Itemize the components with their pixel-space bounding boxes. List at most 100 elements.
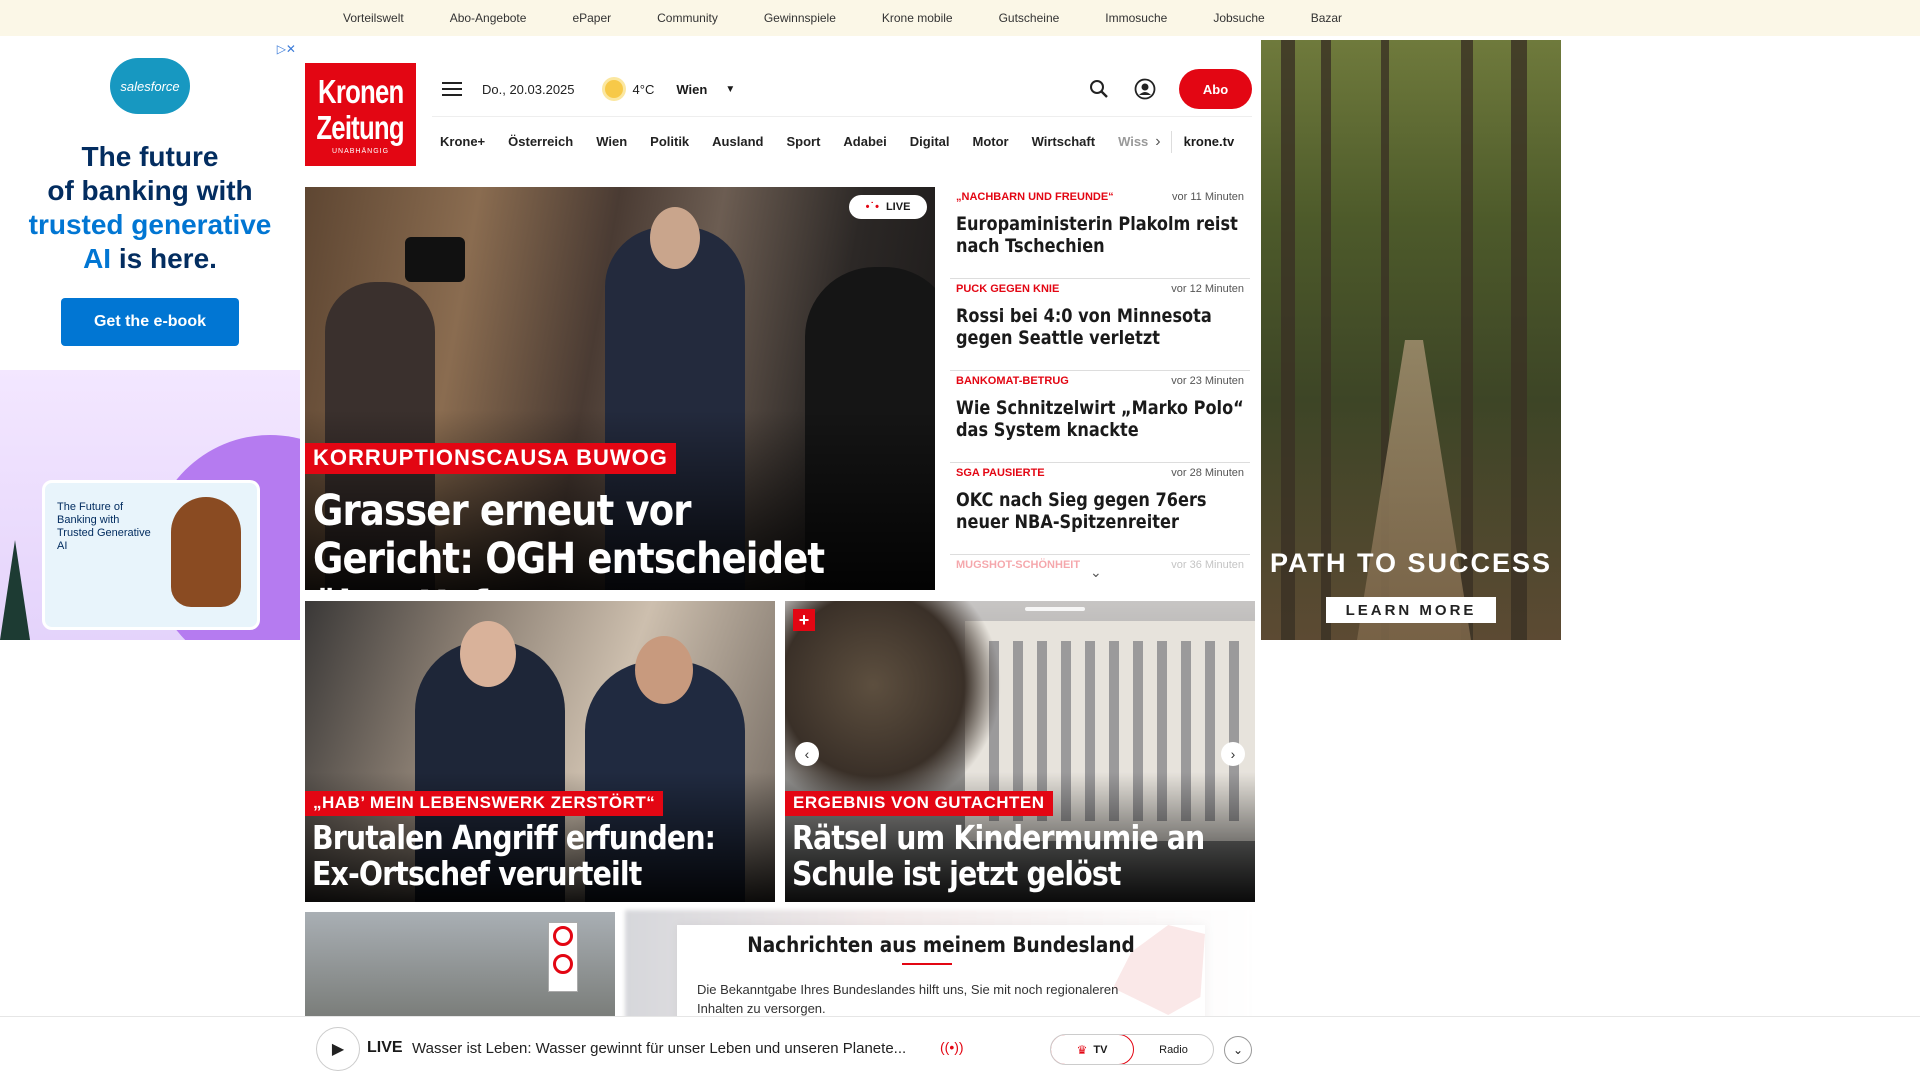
live-player-bar: ▶ LIVE Wasser ist Leben: Wasser gewinnt … bbox=[0, 1016, 1920, 1080]
hamburger-menu-icon[interactable] bbox=[442, 82, 462, 96]
article-card[interactable]: „HAB’ MEIN LEBENSWERK ZERSTÖRT“ Brutalen… bbox=[305, 601, 775, 902]
camera-image bbox=[405, 237, 465, 282]
service-link-community[interactable]: Community bbox=[657, 11, 718, 25]
current-date: Do., 20.03.2025 bbox=[482, 81, 575, 97]
card-photo-figure bbox=[635, 636, 693, 704]
hero-title[interactable]: Grasser erneut vor Gericht: OGH entschei… bbox=[313, 487, 838, 590]
ticker-category: „NACHBARN UND FREUNDE“ bbox=[956, 191, 1114, 203]
live-badge: •˙• LIVE bbox=[849, 195, 927, 219]
nav-divider bbox=[1170, 130, 1172, 153]
player-radio-tab[interactable]: Radio bbox=[1134, 1035, 1213, 1064]
ad-mascot-image bbox=[171, 497, 241, 607]
card-title[interactable]: Brutalen Angriff erfunden: Ex-Ortschef v… bbox=[312, 820, 768, 892]
nav-item-kroneplus[interactable]: Krone+ bbox=[440, 134, 485, 149]
ad-left-cta-button[interactable]: Get the e-book bbox=[61, 298, 239, 346]
service-link-epaper[interactable]: ePaper bbox=[572, 11, 611, 25]
live-label: LIVE bbox=[885, 201, 911, 213]
temperature: 4°C bbox=[632, 81, 655, 97]
live-dots-icon: •˙• bbox=[865, 201, 880, 213]
player-source-toggle: ♛ TV Radio bbox=[1050, 1034, 1214, 1065]
card-photo-figure bbox=[460, 621, 516, 687]
ticker-item[interactable]: BANKOMAT-BETRUG vor 23 Minuten Wie Schni… bbox=[950, 371, 1250, 463]
bundesland-underline bbox=[902, 963, 952, 965]
card-kicker: ERGEBNIS VON GUTACHTEN bbox=[785, 791, 1053, 816]
ad-left-headline: The future of banking with trusted gener… bbox=[0, 140, 300, 276]
nav-item-digital[interactable]: Digital bbox=[910, 134, 950, 149]
search-icon[interactable] bbox=[1087, 77, 1111, 101]
city-selector[interactable]: Wien bbox=[676, 82, 707, 97]
service-link-immosuche[interactable]: Immosuche bbox=[1105, 11, 1167, 25]
player-tv-label: TV bbox=[1093, 1043, 1108, 1056]
ticker-time: vor 23 Minuten bbox=[1171, 375, 1244, 387]
nav-item-wissenschaft[interactable]: Wiss bbox=[1118, 134, 1148, 149]
user-account-icon[interactable] bbox=[1133, 77, 1157, 101]
ad-forest-path bbox=[1357, 340, 1471, 640]
service-bar: Vorteilswelt Abo-Angebote ePaper Communi… bbox=[0, 0, 1920, 36]
bundesland-title: Nachrichten aus meinem Bundesland bbox=[747, 933, 1135, 957]
ticker-title[interactable]: Europaministerin Plakolm reist nach Tsch… bbox=[956, 213, 1245, 257]
carousel-prev-icon[interactable]: ‹ bbox=[795, 742, 819, 766]
crown-icon: ♛ bbox=[1076, 1042, 1088, 1057]
ad-right-headline: PATH TO SUCCESS bbox=[1269, 548, 1553, 578]
kronen-zeitung-logo[interactable]: Kronen Zeitung UNABHÄNGIG bbox=[305, 63, 416, 166]
player-expand-chevron-icon[interactable]: ⌄ bbox=[1224, 1036, 1252, 1064]
player-now-playing[interactable]: Wasser ist Leben: Wasser gewinnt für uns… bbox=[412, 1040, 932, 1057]
nav-item-motor[interactable]: Motor bbox=[973, 134, 1009, 149]
ticker-item[interactable]: SGA PAUSIERTE vor 28 Minuten OKC nach Si… bbox=[950, 463, 1250, 555]
ticker-title[interactable]: Rossi bei 4:0 von Minnesota gegen Seattl… bbox=[956, 305, 1245, 349]
carousel-pager[interactable] bbox=[1025, 607, 1085, 611]
nav-item-adabei[interactable]: Adabei bbox=[843, 134, 886, 149]
ad-right-banner[interactable]: PATH TO SUCCESS LEARN MORE bbox=[1261, 40, 1561, 640]
ticker-category: MUGSHOT-SCHÖNHEIT bbox=[956, 559, 1081, 571]
ticker-title[interactable]: OKC nach Sieg gegen 76ers neuer NBA-Spit… bbox=[956, 489, 1245, 533]
play-icon[interactable]: ▶ bbox=[316, 1027, 360, 1071]
traffic-sign-image bbox=[553, 954, 573, 974]
hero-kicker: KORRUPTIONSCAUSA BUWOG bbox=[305, 443, 676, 474]
article-carousel-card[interactable]: + ‹ › ERGEBNIS VON GUTACHTEN Rätsel um K… bbox=[785, 601, 1255, 902]
ad-choices-icon[interactable]: ▷✕ bbox=[277, 42, 296, 56]
krone-plus-icon: + bbox=[793, 609, 815, 631]
ticker-item[interactable]: PUCK GEGEN KNIE vor 12 Minuten Rossi bei… bbox=[950, 279, 1250, 371]
ticker-category: PUCK GEGEN KNIE bbox=[956, 283, 1060, 295]
main-navigation: Krone+ Österreich Wien Politik Ausland S… bbox=[432, 116, 1252, 166]
ticker-category: BANKOMAT-BETRUG bbox=[956, 375, 1069, 387]
chevron-down-icon[interactable]: ▼ bbox=[725, 84, 735, 95]
abo-button[interactable]: Abo bbox=[1179, 69, 1252, 109]
card-title[interactable]: Rätsel um Kindermumie an Schule ist jetz… bbox=[792, 820, 1248, 892]
nav-item-oesterreich[interactable]: Österreich bbox=[508, 134, 573, 149]
ticker-expand-chevron-icon[interactable]: ⌄ bbox=[1090, 564, 1102, 581]
ticker-time: vor 28 Minuten bbox=[1171, 467, 1244, 479]
logo-tagline: UNABHÄNGIG bbox=[331, 148, 390, 155]
service-link-gutscheine[interactable]: Gutscheine bbox=[999, 11, 1060, 25]
nav-item-wien[interactable]: Wien bbox=[596, 134, 627, 149]
ad-left-banner[interactable]: ▷✕ salesforce The future of banking with… bbox=[0, 40, 300, 640]
broadcast-icon: ((•)) bbox=[940, 1039, 964, 1055]
ad-right-cta-button[interactable]: LEARN MORE bbox=[1326, 597, 1496, 623]
hero-article[interactable]: •˙• LIVE KORRUPTIONSCAUSA BUWOG Grasser e… bbox=[305, 187, 935, 590]
service-link-jobsuche[interactable]: Jobsuche bbox=[1213, 11, 1264, 25]
ad-headline-line1: The future bbox=[81, 141, 219, 172]
nav-item-ausland[interactable]: Ausland bbox=[712, 134, 763, 149]
nav-item-politik[interactable]: Politik bbox=[650, 134, 689, 149]
service-link-krone-mobile[interactable]: Krone mobile bbox=[882, 11, 953, 25]
service-link-abo-angebote[interactable]: Abo-Angebote bbox=[450, 11, 527, 25]
sun-weather-icon bbox=[604, 80, 623, 98]
carousel-next-icon[interactable]: › bbox=[1221, 742, 1245, 766]
player-tv-tab[interactable]: ♛ TV bbox=[1051, 1035, 1134, 1064]
service-link-bazar[interactable]: Bazar bbox=[1311, 11, 1342, 25]
nav-item-wirtschaft[interactable]: Wirtschaft bbox=[1032, 134, 1095, 149]
nav-item-krone-tv[interactable]: krone.tv bbox=[1184, 134, 1235, 149]
ticker-category: SGA PAUSIERTE bbox=[956, 467, 1045, 479]
service-link-gewinnspiele[interactable]: Gewinnspiele bbox=[764, 11, 836, 25]
bundesland-body: Die Bekanntgabe Ihres Bundeslandes hilft… bbox=[697, 982, 1119, 1016]
nav-item-sport[interactable]: Sport bbox=[786, 134, 820, 149]
ticker-time: vor 12 Minuten bbox=[1171, 283, 1244, 295]
ticker-item[interactable]: „NACHBARN UND FREUNDE“ vor 11 Minuten Eu… bbox=[950, 187, 1250, 279]
ticker-title[interactable]: Wie Schnitzelwirt „Marko Polo“ das Syste… bbox=[956, 397, 1245, 441]
service-link-vorteilswelt[interactable]: Vorteilswelt bbox=[343, 11, 404, 25]
ticker-time: vor 11 Minuten bbox=[1172, 191, 1244, 203]
ad-brand-text: salesforce bbox=[120, 78, 180, 94]
nav-scroll-right-icon[interactable]: › bbox=[1155, 133, 1160, 151]
logo-line1: Kronen bbox=[317, 73, 404, 110]
ad-headline-line2: of banking with bbox=[47, 175, 253, 206]
